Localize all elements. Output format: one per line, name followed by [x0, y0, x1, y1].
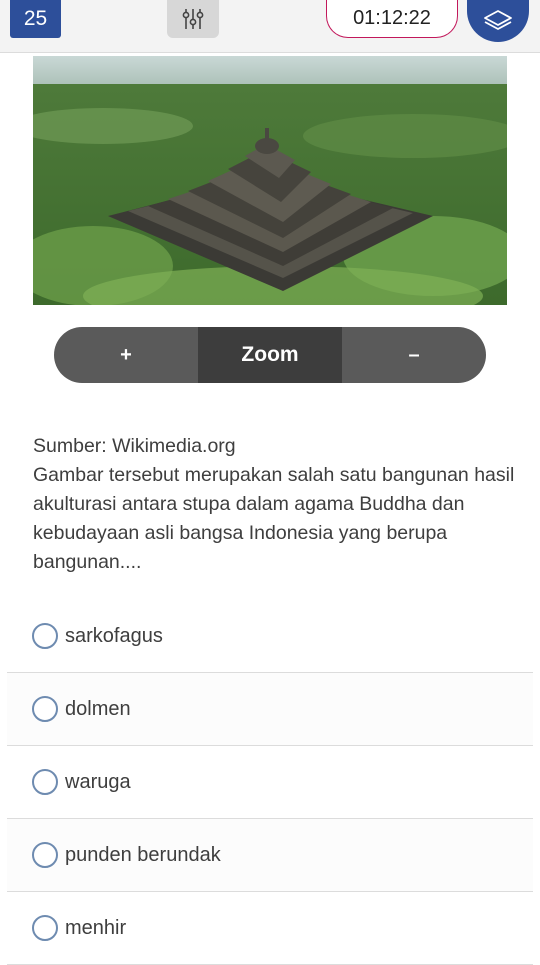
- answer-option-label: sarkofagus: [65, 624, 163, 647]
- answer-option[interactable]: waruga: [7, 746, 533, 819]
- answer-option[interactable]: sarkofagus: [7, 600, 533, 673]
- question-body: Gambar tersebut merupakan salah satu ban…: [33, 464, 515, 573]
- layers-icon: [484, 10, 512, 30]
- radio-button[interactable]: [32, 842, 58, 868]
- zoom-out-button[interactable]: –: [342, 327, 486, 383]
- question-number-badge[interactable]: 25: [10, 0, 61, 38]
- question-list-button[interactable]: [467, 0, 529, 42]
- answer-option[interactable]: menhir: [7, 892, 533, 965]
- radio-button[interactable]: [32, 623, 58, 649]
- answer-options: sarkofagus dolmen waruga punden berundak…: [7, 600, 533, 965]
- zoom-label: Zoom: [198, 327, 342, 383]
- radio-button[interactable]: [32, 769, 58, 795]
- zoom-control: + Zoom –: [54, 327, 486, 383]
- image-source: Sumber: Wikimedia.org: [33, 435, 236, 457]
- question-image: [33, 56, 507, 305]
- radio-button[interactable]: [32, 915, 58, 941]
- settings-button[interactable]: [167, 0, 219, 38]
- answer-option[interactable]: punden berundak: [7, 819, 533, 892]
- answer-option-label: punden berundak: [65, 843, 221, 866]
- answer-option-label: dolmen: [65, 697, 131, 720]
- answer-option-label: waruga: [65, 770, 131, 793]
- zoom-in-button[interactable]: +: [54, 327, 198, 383]
- sliders-icon: [182, 9, 204, 29]
- countdown-timer: 01:12:22: [326, 0, 458, 38]
- top-bar: 25 01:12:22: [0, 0, 540, 53]
- radio-button[interactable]: [32, 696, 58, 722]
- answer-option[interactable]: dolmen: [7, 673, 533, 746]
- question-text: Sumber: Wikimedia.org Gambar tersebut me…: [33, 432, 518, 577]
- answer-option-label: menhir: [65, 916, 127, 939]
